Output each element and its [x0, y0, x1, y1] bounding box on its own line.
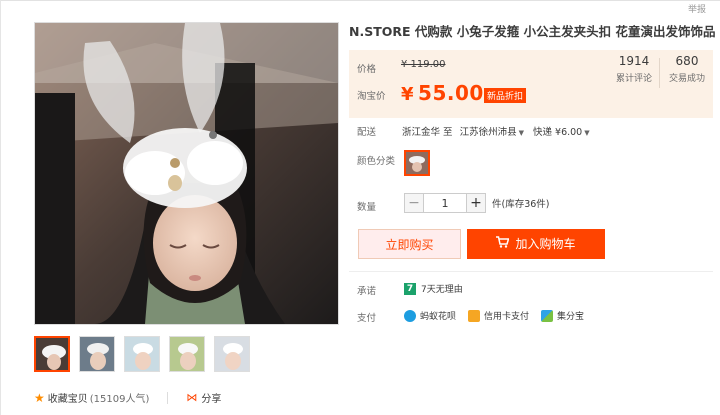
add-to-cart-button[interactable]: 加入购物车 — [467, 229, 605, 259]
thumbnail-3[interactable] — [124, 336, 160, 372]
color-option-image — [406, 152, 428, 174]
payment-huabei-label: 蚂蚁花呗 — [420, 312, 457, 322]
delivery-origin: 浙江金华 至 — [402, 127, 453, 138]
favorite-share-bar: ★ 收藏宝贝 (15109人气) ⋈ 分享 — [34, 390, 221, 406]
taobao-price-label: 淘宝价 — [357, 91, 386, 102]
jifenbao-icon — [541, 309, 554, 322]
divider — [167, 391, 169, 404]
top-border — [0, 0, 720, 5]
color-label: 颜色分类 — [357, 156, 396, 167]
thumbnail-strip — [34, 336, 250, 372]
thumbnail-4[interactable] — [169, 336, 205, 372]
popularity-count: (15109人气) — [89, 394, 150, 405]
original-price: ¥ 119.00 — [401, 59, 446, 70]
product-title: N.STORE 代购款 小兔子发箍 小公主发夹头扣 花童演出发饰饰品 — [349, 24, 716, 39]
promise-info[interactable]: 7 7天无理由 — [404, 282, 463, 295]
currency-symbol: ¥ — [401, 84, 415, 105]
promise-label: 承诺 — [357, 286, 377, 297]
share-icon: ⋈ — [186, 391, 198, 404]
chevron-down-icon[interactable]: ▼ — [519, 129, 524, 137]
add-to-cart-label: 加入购物车 — [515, 237, 576, 251]
payment-jifenbao-label: 集分宝 — [557, 312, 585, 322]
color-option-swatch[interactable] — [404, 150, 430, 176]
thumbnail-image — [36, 338, 68, 370]
left-border — [0, 0, 1, 415]
cart-icon — [496, 229, 510, 259]
reviews-count: 1914 — [618, 54, 650, 68]
reviews-label: 累计评论 — [616, 74, 653, 84]
main-product-image[interactable] — [34, 22, 339, 325]
promise-text: 7天无理由 — [421, 285, 463, 295]
current-price: ¥55.00 — [401, 81, 484, 105]
deals-count: 680 — [675, 54, 699, 68]
decrease-button[interactable]: − — [404, 193, 424, 213]
thumbnail-image — [170, 337, 204, 371]
payment-credit-card[interactable]: 信用卡支付 — [468, 309, 529, 322]
huabei-icon — [404, 309, 416, 322]
product-photo — [35, 23, 338, 324]
stat-divider — [659, 58, 660, 88]
price-panel: 价格 ¥ 119.00 淘宝价 ¥55.00 新品折扣 1914 累计评论 68… — [349, 50, 713, 118]
current-price-value: 55.00 — [418, 81, 484, 105]
payment-jifenbao[interactable]: 集分宝 — [541, 309, 584, 322]
delivery-label: 配送 — [357, 127, 377, 138]
quantity-input[interactable]: 1 — [424, 193, 466, 213]
price-label: 价格 — [357, 64, 377, 75]
shipping-method[interactable]: 快递 ¥6.00 — [533, 127, 582, 138]
payment-credit-card-label: 信用卡支付 — [484, 312, 530, 322]
increase-button[interactable]: + — [466, 193, 486, 213]
quantity-label: 数量 — [357, 202, 377, 213]
stock-info: 件(库存36件) — [492, 199, 550, 210]
delivery-destination[interactable]: 江苏徐州沛县 — [460, 127, 517, 138]
payment-methods: 蚂蚁花呗 信用卡支付 集分宝 — [404, 309, 596, 322]
reviews-stat[interactable]: 1914 累计评论 — [616, 54, 652, 84]
payment-label: 支付 — [357, 313, 377, 324]
thumbnail-image — [80, 337, 114, 371]
star-icon: ★ — [34, 390, 45, 405]
thumbnail-2[interactable] — [79, 336, 115, 372]
payment-huabei[interactable]: 蚂蚁花呗 — [404, 309, 456, 322]
thumbnail-1[interactable] — [34, 336, 70, 372]
deals-label: 交易成功 — [669, 74, 706, 84]
thumbnail-image — [215, 337, 249, 371]
delivery-info: 浙江金华 至 江苏徐州沛县 ▼ 快递 ¥6.00 ▼ — [402, 124, 596, 138]
credit-card-icon — [468, 309, 481, 322]
seven-day-return-icon: 7 — [404, 282, 416, 295]
chevron-down-icon[interactable]: ▼ — [584, 129, 589, 137]
buy-now-button[interactable]: 立即购买 — [358, 229, 461, 259]
favorite-button[interactable]: 收藏宝贝 — [48, 390, 88, 405]
promo-badge: 新品折扣 — [484, 88, 527, 103]
share-button[interactable]: 分享 — [201, 390, 221, 405]
quantity-stepper: − 1 + 件(库存36件) — [404, 193, 550, 213]
thumbnail-image — [125, 337, 159, 371]
section-divider — [349, 271, 713, 272]
deals-stat: 680 交易成功 — [669, 54, 705, 84]
report-link[interactable]: 举报 — [688, 2, 706, 15]
thumbnail-5[interactable] — [214, 336, 250, 372]
